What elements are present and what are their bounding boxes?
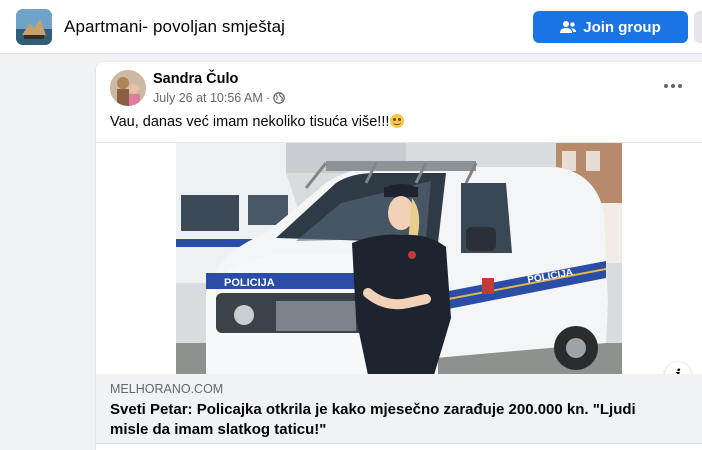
link-domain: MELHORANO.COM [110, 382, 224, 396]
post-date[interactable]: July 26 at 10:56 AM [153, 91, 263, 105]
globe-icon [273, 92, 285, 104]
group-more-button[interactable] [694, 11, 702, 43]
more-dot [678, 84, 682, 88]
group-cover-thumbnail [16, 9, 52, 45]
grinning-face-emoji-icon [390, 114, 405, 128]
link-footer[interactable]: MELHORANO.COM Sveti Petar: Policajka otk… [96, 374, 702, 444]
more-horizontal-icon [664, 84, 668, 88]
post-text-body: Vau, danas već imam nekoliko tisuća više… [110, 114, 390, 130]
meta-separator: · [265, 91, 270, 105]
author-avatar[interactable] [110, 70, 146, 106]
police-van-photo: POLICIJA POLICIJA [176, 143, 622, 375]
author-name[interactable]: Sandra Čulo [153, 71, 238, 87]
post-card: Sandra Čulo July 26 at 10:56 AM · Vau, d… [96, 62, 702, 450]
more-dot [671, 84, 675, 88]
post-meta: July 26 at 10:56 AM · [153, 91, 285, 105]
link-preview-image[interactable]: POLICIJA POLICIJA [176, 143, 622, 375]
group-header: Apartmani- povoljan smještaj Join group [0, 0, 702, 54]
group-title[interactable]: Apartmani- povoljan smještaj [64, 17, 285, 37]
group-avatar[interactable] [16, 9, 52, 45]
join-group-label: Join group [583, 18, 661, 36]
people-add-icon [560, 20, 577, 34]
post-options-button[interactable] [661, 76, 685, 96]
link-title[interactable]: Sveti Petar: Policajka otkrila je kako m… [110, 400, 670, 440]
van-front-label: POLICIJA [224, 277, 275, 289]
author-photo [110, 70, 146, 106]
link-preview[interactable]: POLICIJA POLICIJA [96, 142, 702, 375]
join-group-button[interactable]: Join group [533, 11, 688, 43]
post-text: Vau, danas već imam nekoliko tisuća više… [110, 114, 405, 130]
left-column [0, 55, 96, 450]
